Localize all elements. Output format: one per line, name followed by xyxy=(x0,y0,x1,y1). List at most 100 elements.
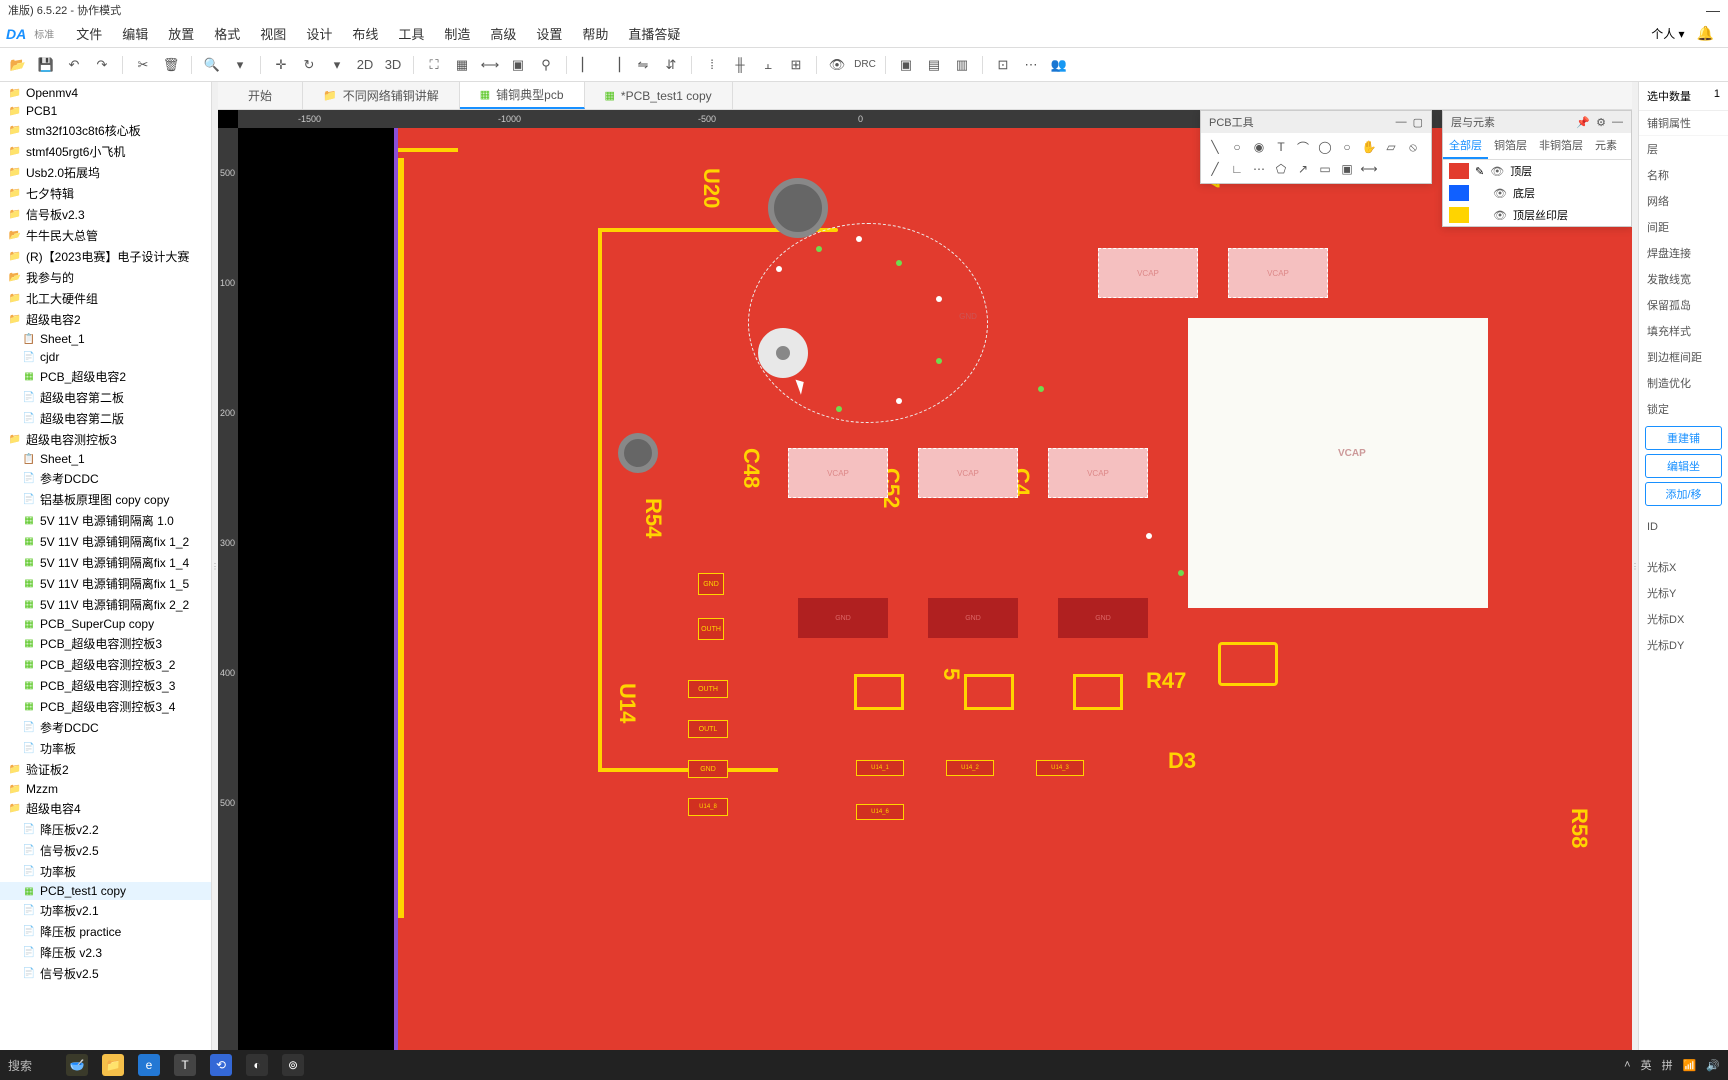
pad-u14[interactable]: U14_3 xyxy=(1036,760,1084,776)
snap-icon[interactable]: ⛶ xyxy=(422,53,446,77)
via[interactable] xyxy=(618,433,658,473)
tray-sound-icon[interactable]: 🔊 xyxy=(1706,1059,1720,1072)
flip-h-icon[interactable]: ⇋ xyxy=(631,53,655,77)
pad-vcap[interactable]: VCAP xyxy=(1048,448,1148,498)
tree-item[interactable]: ▦5V 11V 电源铺铜隔离fix 1_5 xyxy=(0,573,211,594)
layer-tab-noncopper[interactable]: 非铜箔层 xyxy=(1533,133,1589,159)
track-icon[interactable]: ╲ xyxy=(1205,137,1225,157)
taskbar-app2-icon[interactable]: ◐ xyxy=(246,1054,268,1076)
pcb-tools-panel[interactable]: PCB工具 — ▢ ╲ ○ ◉ T ⌒ ◯ ○ ✋ ▱ ⦸ ╱ xyxy=(1200,110,1432,184)
open-icon[interactable]: 📂 xyxy=(6,53,30,77)
tree-item[interactable]: ▦5V 11V 电源铺铜隔离fix 1_4 xyxy=(0,552,211,573)
vertex-handle[interactable] xyxy=(1038,386,1044,392)
cancel-icon[interactable]: ⦸ xyxy=(1403,137,1423,157)
align-bottom-icon[interactable]: ⫠ xyxy=(756,53,780,77)
tray-ime-en[interactable]: 英 xyxy=(1641,1057,1652,1073)
undo-icon[interactable]: ↶ xyxy=(62,53,86,77)
tree-item[interactable]: 📁超级电容测控板3 xyxy=(0,429,211,450)
pcb-canvas[interactable]: -1500 -1000 -500 0 500 100 200 300 400 5… xyxy=(218,110,1632,1050)
crosshair-icon[interactable]: ✛ xyxy=(269,53,293,77)
tree-item[interactable]: 📁信号板v2.3 xyxy=(0,204,211,225)
add-move-button[interactable]: 添加/移 xyxy=(1645,482,1722,506)
keepout-icon[interactable]: ▣ xyxy=(1337,159,1357,179)
gear-icon[interactable]: ⚙ xyxy=(1596,116,1606,129)
shape-icon[interactable]: ▣ xyxy=(506,53,530,77)
tree-item[interactable]: ▦PCB_超级电容测控板3_2 xyxy=(0,654,211,675)
crosshair-dropdown-icon[interactable]: ▾ xyxy=(325,53,349,77)
distribute-icon[interactable]: ⊞ xyxy=(784,53,808,77)
tree-item[interactable]: 📁PCB1 xyxy=(0,102,211,120)
minimize-icon[interactable]: — xyxy=(1396,116,1407,128)
layers-panel[interactable]: 层与元素 📌 ⚙ — 全部层 铜箔层 非铜箔层 元素 ✎ 👁 顶层 xyxy=(1442,110,1632,227)
tray-up-icon[interactable]: ˄ xyxy=(1624,1059,1630,1071)
pad-gnd[interactable]: GND xyxy=(928,598,1018,638)
tree-item[interactable]: 📄参考DCDC xyxy=(0,717,211,738)
tree-item[interactable]: 📁验证板2 xyxy=(0,759,211,780)
tree-item[interactable]: 📁Mzzm xyxy=(0,780,211,798)
tree-item[interactable]: 📄信号板v2.5 xyxy=(0,963,211,984)
taskbar-tray[interactable]: ˄ 英 拼 📶 🔊 xyxy=(1624,1057,1720,1073)
pad-gnd[interactable]: GND xyxy=(798,598,888,638)
prop-edge-clearance[interactable]: 到边框间距 xyxy=(1639,344,1728,370)
pcb-viewport[interactable]: U20 C37 36 C48 C52 C4 R54 U14 5 R47 D3 R… xyxy=(238,128,1632,1050)
tree-item[interactable]: 📄功率板 xyxy=(0,738,211,759)
edit-coord-button[interactable]: 编辑坐 xyxy=(1645,454,1722,478)
angle-icon[interactable]: ∟ xyxy=(1227,159,1247,179)
tree-item[interactable]: 📄超级电容第二板 xyxy=(0,387,211,408)
prop-clearance[interactable]: 间距 xyxy=(1639,214,1728,240)
poly-icon[interactable]: ⬠ xyxy=(1271,159,1291,179)
redo-icon[interactable]: ↷ xyxy=(90,53,114,77)
rotate-icon[interactable]: ↻ xyxy=(297,53,321,77)
tab-pcb-test1[interactable]: ▦*PCB_test1 copy xyxy=(585,82,733,109)
measure-icon[interactable]: ↗ xyxy=(1293,159,1313,179)
tree-item[interactable]: 📄降压板 v2.3 xyxy=(0,942,211,963)
export2-icon[interactable]: ▤ xyxy=(922,53,946,77)
pad-outh[interactable]: OUTH xyxy=(698,618,724,640)
panel-title[interactable]: PCB工具 — ▢ xyxy=(1201,111,1431,133)
drc-button[interactable]: DRC xyxy=(853,53,877,77)
prop-fill-style[interactable]: 填充样式 xyxy=(1639,318,1728,344)
tree-item[interactable]: ▦5V 11V 电源铺铜隔离 1.0 xyxy=(0,510,211,531)
align-right-icon[interactable]: ▕ xyxy=(603,53,627,77)
prop-net[interactable]: 网络 xyxy=(1639,188,1728,214)
vertex-handle[interactable] xyxy=(1146,533,1152,539)
pad-gnd[interactable]: GND xyxy=(698,573,724,595)
taskbar-app-icon[interactable]: 🥣 xyxy=(66,1054,88,1076)
vertex-handle[interactable] xyxy=(1178,570,1184,576)
arc-icon[interactable]: ⌒ xyxy=(1293,137,1313,157)
tree-item[interactable]: 📁七夕特辑 xyxy=(0,183,211,204)
tree-item[interactable]: 📂牛牛民大总管 xyxy=(0,225,211,246)
menu-edit[interactable]: 编辑 xyxy=(112,24,158,43)
minimize-icon[interactable]: — xyxy=(1706,2,1720,18)
tree-item[interactable]: 📄降压板v2.2 xyxy=(0,819,211,840)
menu-format[interactable]: 格式 xyxy=(204,24,250,43)
tree-item[interactable]: 📁(R)【2023电赛】电子设计大赛 xyxy=(0,246,211,267)
pan-icon[interactable]: ✋ xyxy=(1359,137,1379,157)
tree-item[interactable]: 📁北工大硬件组 xyxy=(0,288,211,309)
pad-outl[interactable]: OUTL xyxy=(688,720,728,738)
tree-item[interactable]: 📄cjdr xyxy=(0,348,211,366)
taskbar-search[interactable]: 搜索 xyxy=(8,1057,32,1074)
text-icon[interactable]: T xyxy=(1271,137,1291,157)
pad-outh[interactable]: OUTH xyxy=(688,680,728,698)
view-3d-button[interactable]: 3D xyxy=(381,53,405,77)
tree-item[interactable]: ▦PCB_test1 copy xyxy=(0,882,211,900)
tab-start[interactable]: 开始 xyxy=(218,82,303,109)
tab-copper-lecture[interactable]: 📁不同网络铺铜讲解 xyxy=(303,82,460,109)
pad-u14[interactable]: U14_8 xyxy=(688,798,728,816)
tree-item[interactable]: 📄降压板 practice xyxy=(0,921,211,942)
tree-item[interactable]: ▦PCB_超级电容测控板3_4 xyxy=(0,696,211,717)
pad-u14[interactable]: U14_2 xyxy=(946,760,994,776)
line-icon[interactable]: ╱ xyxy=(1205,159,1225,179)
tree-item[interactable]: 📄功率板v2.1 xyxy=(0,900,211,921)
project-tree[interactable]: 📁Openmv4📁PCB1📁stm32f103c8t6核心板📁stmf405rg… xyxy=(0,82,212,1050)
magnet-icon[interactable]: ⚲ xyxy=(534,53,558,77)
tree-item[interactable]: 📂我参与的 xyxy=(0,267,211,288)
tree-item[interactable]: 📄铝基板原理图 copy copy xyxy=(0,489,211,510)
cut-icon[interactable]: ✂ xyxy=(131,53,155,77)
menu-manufacture[interactable]: 制造 xyxy=(434,24,480,43)
tray-wifi-icon[interactable]: 📶 xyxy=(1683,1059,1697,1072)
rect-icon[interactable]: ▭ xyxy=(1315,159,1335,179)
windows-taskbar[interactable]: 搜索 🥣 📁 e T ⟲ ◐ ⊚ ˄ 英 拼 📶 🔊 xyxy=(0,1050,1728,1080)
prop-lock[interactable]: 锁定 xyxy=(1639,396,1728,422)
